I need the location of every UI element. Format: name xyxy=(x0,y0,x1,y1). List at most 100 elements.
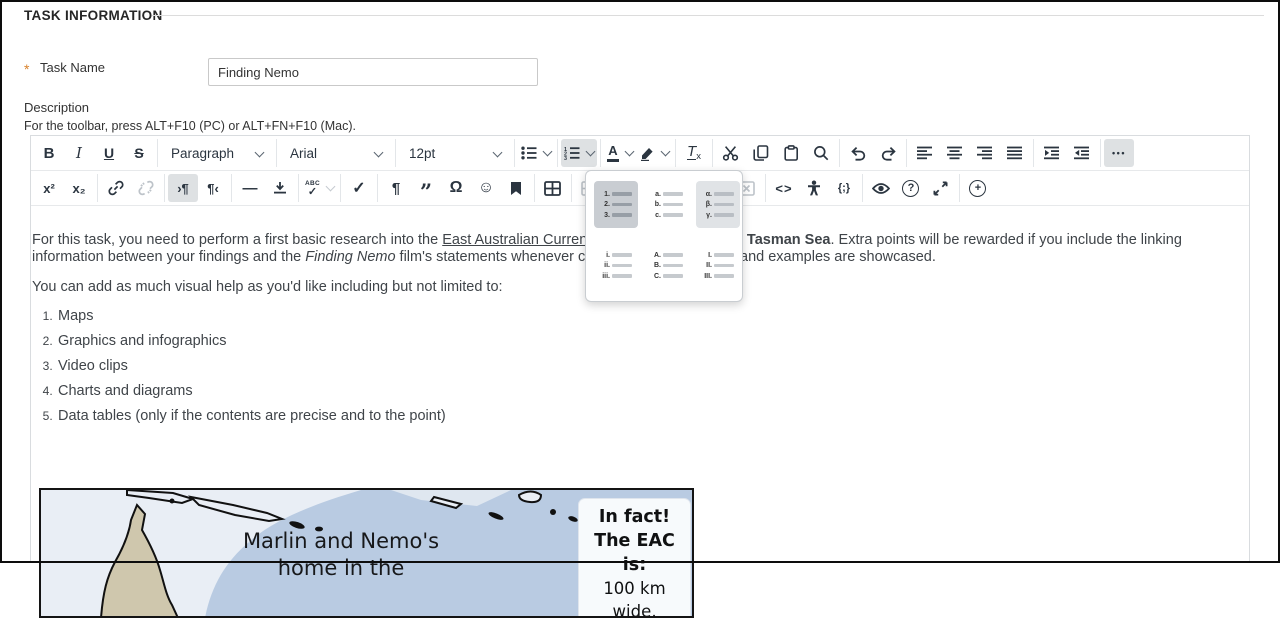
scissors-icon xyxy=(722,145,740,161)
header-divider xyxy=(152,15,1264,16)
list-item: Video clips xyxy=(56,358,1248,375)
anchor-button[interactable] xyxy=(501,174,531,202)
numbered-list-icon: 123 xyxy=(564,146,580,160)
cut-button[interactable] xyxy=(716,139,746,167)
paragraph-mark-button[interactable]: ¶ xyxy=(381,174,411,202)
list-style-lower-roman[interactable]: i. ii. iii. xyxy=(594,242,638,289)
code-icon: <> xyxy=(775,181,792,196)
help-button[interactable]: ? xyxy=(896,174,926,202)
align-right-button[interactable] xyxy=(970,139,1000,167)
align-left-button[interactable] xyxy=(910,139,940,167)
map-fact-box: In fact! The EAC is: 100 km wide, xyxy=(578,498,691,618)
outdent-button[interactable] xyxy=(1067,139,1097,167)
strikethrough-icon: S xyxy=(134,145,143,161)
emoticon-button[interactable]: ☺ xyxy=(471,174,501,202)
more-tools-button[interactable]: ••• xyxy=(1104,139,1134,167)
align-right-icon xyxy=(977,146,993,160)
rtl-paragraph-button[interactable]: ¶‹ xyxy=(198,174,228,202)
source-code-button[interactable]: <> xyxy=(769,174,799,202)
chevron-down-icon xyxy=(586,146,596,156)
task-name-input[interactable] xyxy=(208,58,538,86)
toolbar-divider xyxy=(1033,139,1034,167)
toolbar-divider xyxy=(157,139,158,167)
blockquote-button[interactable]: ” xyxy=(411,174,441,202)
paragraph-style-value: Paragraph xyxy=(171,146,234,161)
toolbar-divider xyxy=(164,174,165,202)
list-style-upper-alpha[interactable]: A. B. C. xyxy=(645,242,689,289)
paragraph-style-select[interactable]: Paragraph xyxy=(161,139,273,167)
toolbar-divider xyxy=(534,174,535,202)
font-size-select[interactable]: 12pt xyxy=(399,139,511,167)
redo-icon xyxy=(880,146,897,161)
link-icon xyxy=(108,180,124,196)
superscript-button[interactable]: x² xyxy=(34,174,64,202)
special-character-button[interactable]: Ω xyxy=(441,174,471,202)
subscript-button[interactable]: x₂ xyxy=(64,174,94,202)
ltr-paragraph-button[interactable]: ›¶ xyxy=(168,174,198,202)
unlink-icon xyxy=(138,180,154,196)
underline-button[interactable]: U xyxy=(94,139,124,167)
clear-formatting-button[interactable]: Tx xyxy=(679,139,709,167)
align-justify-button[interactable] xyxy=(1000,139,1030,167)
list-item: Maps xyxy=(56,308,1248,325)
required-marker: * xyxy=(24,61,29,77)
insert-content-button[interactable]: + xyxy=(963,174,993,202)
help-icon: ? xyxy=(902,180,919,197)
toolbar-divider xyxy=(675,139,676,167)
clear-formatting-icon: Tx xyxy=(687,144,701,162)
bold-button[interactable]: B xyxy=(34,139,64,167)
toolbar-divider xyxy=(906,139,907,167)
align-center-button[interactable] xyxy=(940,139,970,167)
paste-button[interactable] xyxy=(776,139,806,167)
list-style-lower-alpha[interactable]: a. b. c. xyxy=(645,181,689,228)
undo-icon xyxy=(850,146,867,161)
undo-button[interactable] xyxy=(843,139,873,167)
plus-circle-icon: + xyxy=(969,180,986,197)
toolbar-divider xyxy=(340,174,341,202)
spellcheck-button[interactable]: ABC✓ xyxy=(302,174,337,202)
east-australian-current-link[interactable]: East Australian Current xyxy=(442,232,591,248)
check-button[interactable]: ✓ xyxy=(344,174,374,202)
font-family-select[interactable]: Arial xyxy=(280,139,392,167)
fullscreen-button[interactable] xyxy=(926,174,956,202)
table-icon xyxy=(544,181,561,196)
remove-link-button[interactable] xyxy=(131,174,161,202)
strikethrough-button[interactable]: S xyxy=(124,139,154,167)
quote-icon: ” xyxy=(420,181,432,195)
highlighter-icon xyxy=(639,145,655,161)
chevron-down-icon xyxy=(326,181,336,191)
list-item: Data tables (only if the contents are pr… xyxy=(56,408,1248,425)
smiley-icon: ☺ xyxy=(478,179,494,197)
indent-button[interactable] xyxy=(1037,139,1067,167)
eac-map-image[interactable]: Marlin and Nemo's home in the In fact! T… xyxy=(39,488,694,618)
search-button[interactable] xyxy=(806,139,836,167)
list-style-upper-roman[interactable]: I. II. III. xyxy=(696,242,740,289)
bullet-list-button[interactable] xyxy=(518,139,554,167)
page-break-button[interactable] xyxy=(265,174,295,202)
insert-table-button[interactable] xyxy=(538,174,568,202)
horizontal-rule-button[interactable]: — xyxy=(235,174,265,202)
insert-link-button[interactable] xyxy=(101,174,131,202)
clipboard-icon xyxy=(784,145,799,161)
underline-icon: U xyxy=(104,145,114,161)
redo-button[interactable] xyxy=(873,139,903,167)
list-style-lower-greek[interactable]: α. β. γ. xyxy=(696,181,740,228)
ltr-icon: ›¶ xyxy=(177,181,189,196)
italic-button[interactable]: I xyxy=(64,139,94,167)
text-color-button[interactable]: A xyxy=(604,139,636,167)
bold-icon: B xyxy=(44,145,55,162)
code-sample-button[interactable]: {;} xyxy=(829,174,859,202)
highlight-color-button[interactable] xyxy=(636,139,672,167)
chevron-down-icon xyxy=(543,146,553,156)
preview-button[interactable] xyxy=(866,174,896,202)
subscript-icon: x₂ xyxy=(72,181,85,196)
chevron-down-icon xyxy=(374,147,384,157)
copy-button[interactable] xyxy=(746,139,776,167)
list-style-decimal[interactable]: 1. 2. 3. xyxy=(594,181,638,228)
toolbar-divider xyxy=(276,139,277,167)
copy-icon xyxy=(753,145,769,161)
font-size-value: 12pt xyxy=(409,146,435,161)
numbered-list-button[interactable]: 123 xyxy=(561,139,597,167)
chevron-down-icon xyxy=(661,146,671,156)
accessibility-checker-button[interactable] xyxy=(799,174,829,202)
